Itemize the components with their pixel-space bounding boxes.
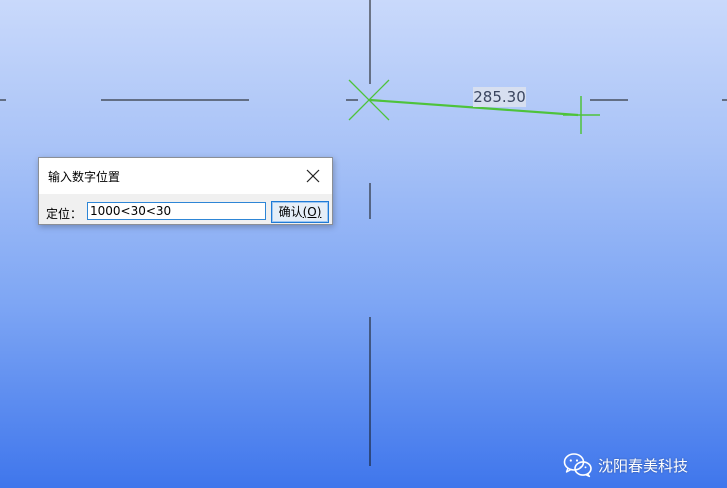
wechat-icon	[563, 453, 592, 478]
drawing-layer	[0, 0, 727, 466]
dimension-label: 285.30	[473, 87, 526, 107]
close-button[interactable]	[300, 163, 326, 189]
close-icon	[306, 169, 320, 183]
position-input[interactable]	[87, 202, 266, 220]
watermark-text: 沈阳春美科技	[598, 456, 689, 475]
confirm-button-label: 确认	[278, 205, 303, 219]
watermark: 沈阳春美科技	[563, 452, 688, 478]
dialog-title: 输入数字位置	[48, 170, 121, 184]
drawing-canvas[interactable]: 285.30	[0, 0, 727, 488]
input-position-dialog: 输入数字位置 定位： 确认(O)	[38, 157, 333, 225]
dialog-titlebar[interactable]: 输入数字位置	[39, 158, 332, 194]
confirm-button-mnemonic: (O)	[302, 205, 322, 219]
confirm-button[interactable]: 确认(O)	[271, 201, 329, 223]
position-field-label: 定位：	[46, 207, 83, 221]
